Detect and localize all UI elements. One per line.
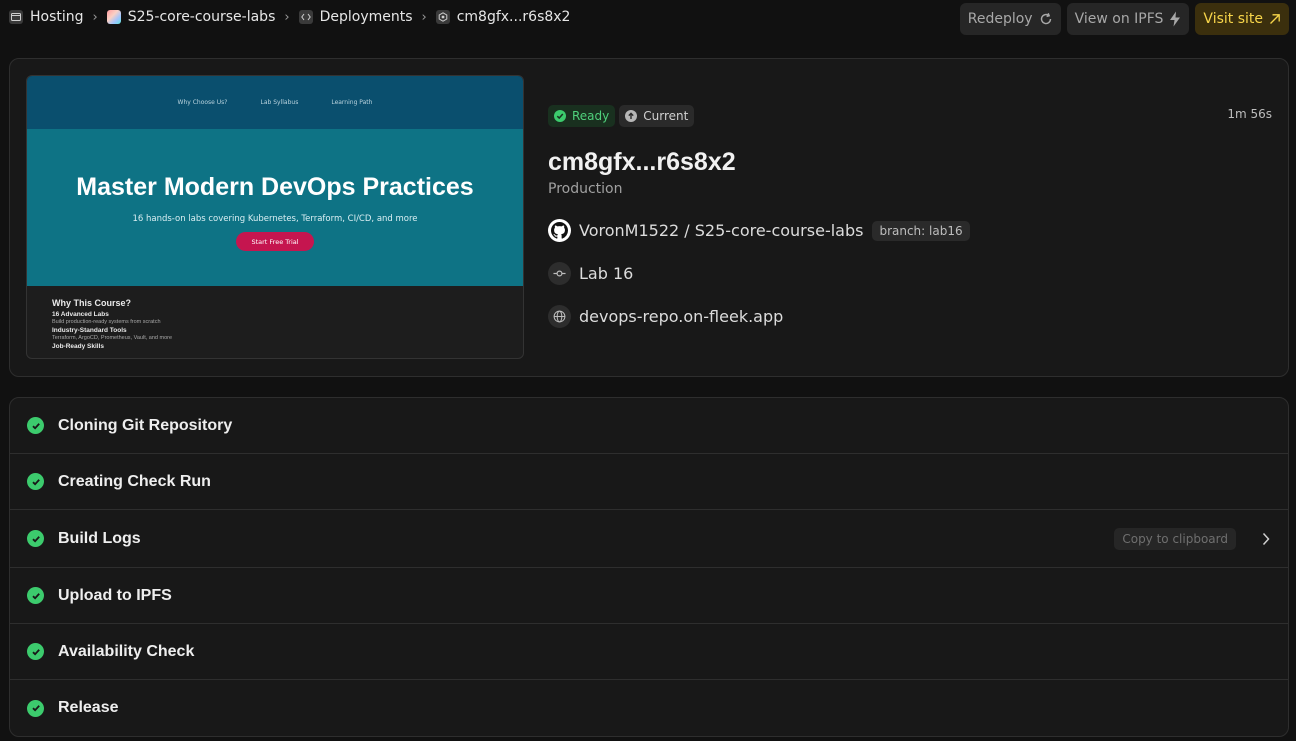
preview-nav-item: Why Choose Us? (177, 99, 228, 106)
preview-hero: Master Modern DevOps Practices 16 hands-… (27, 129, 523, 286)
github-icon (548, 219, 571, 242)
deployment-info: Ready Current 1m 56s cm8gfx...r6s8x2 Pro… (548, 59, 1278, 376)
check-circle-icon (27, 587, 44, 604)
check-circle-icon (27, 643, 44, 660)
header-actions: Redeploy View on IPFS Visit site (959, 3, 1289, 35)
preview-title: Master Modern DevOps Practices (76, 173, 474, 201)
hosting-icon (9, 10, 23, 24)
preview-nav-item: Learning Path (331, 99, 373, 106)
chevron-right-icon: › (92, 9, 98, 25)
chevron-right-icon: › (421, 9, 427, 25)
tag-label: Current (643, 109, 689, 123)
visit-site-button[interactable]: Visit site (1195, 3, 1289, 35)
deployment-id: cm8gfx...r6s8x2 (548, 148, 736, 176)
step-label: Build Logs (58, 529, 141, 547)
preview-section-title: Why This Course? (52, 298, 132, 308)
step-label: Availability Check (58, 642, 195, 660)
check-circle-icon (27, 417, 44, 434)
breadcrumb-label: Hosting (30, 9, 84, 25)
site-preview-thumbnail[interactable]: Why Choose Us? Lab Syllabus Learning Pat… (26, 75, 524, 359)
view-on-ipfs-button[interactable]: View on IPFS (1066, 3, 1190, 35)
commit-message[interactable]: Lab 16 (579, 264, 633, 283)
domain-link[interactable]: devops-repo.on-fleek.app (579, 307, 783, 326)
chevron-right-icon: › (284, 9, 290, 25)
step-label: Cloning Git Repository (58, 416, 233, 434)
lightning-icon (1169, 11, 1181, 27)
breadcrumb-project[interactable]: S25-core-course-labs (106, 9, 276, 25)
preview-cta-button: Start Free Trial (236, 232, 314, 251)
preview-feature-title: Job-Ready Skills (52, 343, 105, 350)
preview-feature-title: 16 Advanced Labs (52, 311, 109, 318)
preview-nav: Why Choose Us? Lab Syllabus Learning Pat… (27, 76, 523, 129)
preview-body: Why This Course? 16 Advanced Labs Build … (27, 286, 523, 358)
step-label: Creating Check Run (58, 472, 211, 490)
code-icon (298, 10, 313, 24)
breadcrumb-deployments[interactable]: Deployments (298, 9, 413, 25)
branch-badge: branch: lab16 (872, 220, 970, 241)
chevron-right-icon[interactable] (1262, 532, 1270, 546)
redeploy-label: Redeploy (967, 11, 1033, 27)
preview-feature-title: Industry-Standard Tools (52, 327, 127, 334)
environment-label: Production (548, 181, 623, 197)
copy-to-clipboard-button[interactable]: Copy to clipboard (1114, 527, 1236, 550)
view-on-ipfs-label: View on IPFS (1074, 11, 1164, 27)
step-availability-check[interactable]: Availability Check (10, 624, 1288, 680)
status-badges: Ready Current (548, 105, 695, 127)
breadcrumb-hosting[interactable]: Hosting (9, 9, 84, 25)
top-bar: Hosting › S25-core-course-labs › Deploym… (0, 0, 1296, 38)
preview-feature-desc: Build production-ready systems from scra… (52, 319, 161, 325)
domain-row: devops-repo.on-fleek.app (548, 305, 783, 328)
refresh-icon (1039, 12, 1053, 26)
step-creating-check-run[interactable]: Creating Check Run (10, 454, 1288, 510)
check-circle-icon (27, 473, 44, 490)
visit-site-label: Visit site (1203, 11, 1263, 27)
arrow-up-right-icon (1269, 13, 1281, 25)
preview-subtitle: 16 hands-on labs covering Kubernetes, Te… (132, 214, 418, 224)
check-circle-icon (27, 530, 44, 547)
status-label: Ready (572, 109, 610, 123)
step-release[interactable]: Release (10, 680, 1288, 736)
repo-link[interactable]: VoronM1522 / S25-core-course-labs (579, 221, 863, 240)
project-avatar-icon (106, 10, 121, 24)
check-circle-icon (27, 699, 44, 717)
status-badge-current: Current (619, 105, 695, 127)
step-cloning-git-repository[interactable]: Cloning Git Repository (10, 398, 1288, 454)
commit-row: Lab 16 (548, 262, 633, 285)
step-label: Upload to IPFS (58, 586, 172, 604)
repo-row: VoronM1522 / S25-core-course-labs branch… (548, 219, 970, 242)
status-badge-ready: Ready (548, 105, 616, 127)
breadcrumb: Hosting › S25-core-course-labs › Deploym… (9, 9, 570, 25)
deployment-icon (435, 10, 450, 24)
deployment-card: Why Choose Us? Lab Syllabus Learning Pat… (9, 58, 1289, 377)
redeploy-button[interactable]: Redeploy (959, 3, 1061, 35)
breadcrumb-label: cm8gfx...r6s8x2 (456, 9, 571, 25)
globe-icon (548, 305, 571, 328)
breadcrumb-label: S25-core-course-labs (127, 9, 276, 25)
step-upload-to-ipfs[interactable]: Upload to IPFS (10, 568, 1288, 624)
step-build-logs[interactable]: Build Logs Copy to clipboard (10, 510, 1288, 568)
deployment-steps: Cloning Git Repository Creating Check Ru… (9, 397, 1289, 737)
arrow-up-circle-icon (625, 110, 638, 122)
preview-nav-item: Lab Syllabus (260, 99, 299, 106)
deploy-duration: 1m 56s (1227, 107, 1272, 121)
git-commit-icon (548, 262, 571, 285)
preview-feature-desc: Terraform, ArgoCD, Prometheus, Vault, an… (52, 335, 173, 341)
breadcrumb-label: Deployments (319, 9, 413, 25)
check-circle-icon (554, 110, 566, 122)
step-label: Release (58, 699, 119, 716)
breadcrumb-deployment[interactable]: cm8gfx...r6s8x2 (435, 9, 571, 25)
